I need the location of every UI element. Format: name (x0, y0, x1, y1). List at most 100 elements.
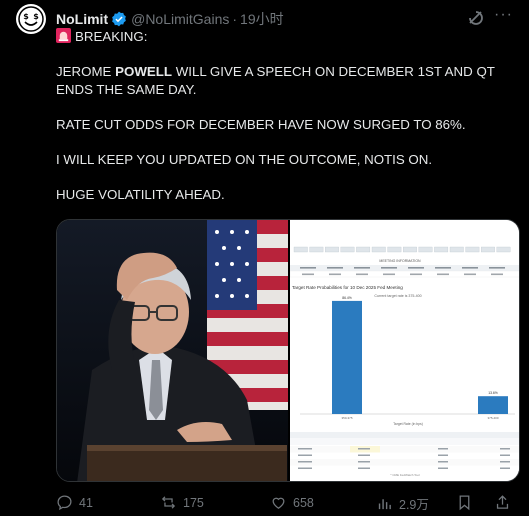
media-grid[interactable]: MEETING INFORMATION Target Rate Probabil… (56, 219, 520, 482)
bookmark-icon (459, 495, 470, 511)
breaking-line: BREAKING: (56, 28, 516, 46)
share-button[interactable] (494, 494, 517, 511)
table-row (290, 465, 519, 472)
chart-subtitle: Current target rate is 375-400 (374, 294, 421, 298)
table-cell (358, 467, 370, 469)
table-cell (500, 461, 510, 463)
meeting-info-title: MEETING INFORMATION (379, 259, 421, 263)
x-axis-label: Target Rate (in bps) (393, 422, 423, 426)
table-row (290, 446, 519, 453)
powell-line-a: JEROME (56, 64, 116, 80)
views-button[interactable]: 2.9万 (376, 494, 429, 513)
date-tab (387, 246, 402, 253)
views-icon (378, 499, 391, 510)
date-tab (356, 246, 371, 253)
info-value-cell (329, 273, 341, 276)
siren-icon (56, 28, 71, 43)
info-value-cell (302, 273, 314, 276)
table-cell (438, 448, 448, 450)
table-cell (438, 454, 448, 456)
repost-button[interactable]: 175 (160, 494, 204, 511)
table-cell (500, 454, 510, 456)
svg-text:$: $ (23, 12, 29, 21)
table-cell (438, 467, 448, 469)
like-button[interactable]: 658 (270, 494, 314, 511)
avatar[interactable]: $ $ (16, 4, 46, 34)
display-name[interactable]: NoLimit (56, 11, 108, 27)
info-header-cell (408, 267, 424, 269)
date-tab (309, 246, 324, 253)
dollar-eyes-face-icon: $ $ (18, 6, 44, 32)
repost-count: 175 (183, 495, 204, 510)
info-header-cell (381, 267, 397, 269)
rate-cut-line: RATE CUT ODDS FOR DECEMBER HAVE NOW SURG… (56, 116, 466, 132)
table-cell (500, 448, 510, 450)
table-cell (358, 454, 370, 456)
table-cell (358, 461, 370, 463)
info-header-cell (354, 267, 370, 269)
powell-line-bold: POWELL (115, 64, 172, 80)
powell-illustration (57, 220, 288, 481)
more-options-icon[interactable]: ··· (494, 7, 514, 28)
post-text: BREAKING: JEROME POWELL WILL GIVE A SPEE… (56, 28, 516, 222)
fedwatch-chart: MEETING INFORMATION Target Rate Probabil… (289, 220, 519, 481)
table-cell (298, 467, 312, 469)
info-header-cell (489, 267, 505, 269)
share-icon (496, 495, 509, 509)
like-count: 658 (293, 495, 314, 510)
powell-photo[interactable] (57, 220, 288, 481)
info-value-cell (356, 273, 368, 276)
date-tab (325, 246, 339, 253)
date-tab (340, 246, 355, 253)
table-cell (298, 454, 312, 456)
action-bar: 41 175 658 2.9万 (56, 494, 520, 512)
bar-tick-label: 375-400 (487, 416, 498, 420)
info-value-cell (437, 273, 449, 276)
info-header-cell (462, 267, 478, 269)
table-cell (438, 461, 448, 463)
date-tab (293, 246, 308, 253)
date-tab (434, 246, 449, 253)
reply-icon (57, 495, 72, 511)
fedwatch-screenshot[interactable]: MEETING INFORMATION Target Rate Probabil… (288, 220, 519, 481)
date-tab (496, 246, 511, 253)
probability-bar (332, 300, 362, 414)
footer-note: * CME FedWatch Tool (390, 473, 420, 477)
info-header-cell (300, 267, 316, 269)
reply-button[interactable]: 41 (56, 494, 93, 511)
timestamp[interactable]: 19小时 (240, 9, 284, 29)
breaking-text: BREAKING: (75, 29, 148, 44)
table-cell (298, 461, 312, 463)
info-value-cell (491, 273, 503, 276)
updates-line: I WILL KEEP YOU UPDATED ON THE OUTCOME, … (56, 152, 433, 168)
heart-icon (272, 497, 285, 509)
reply-count: 41 (79, 495, 93, 510)
date-tab (465, 246, 480, 253)
info-value-cell (410, 273, 422, 276)
info-header-cell (435, 267, 451, 269)
date-tab (371, 246, 386, 253)
bar-value-label: 13.6% (488, 391, 498, 395)
bar-tick-label: 350-375 (341, 416, 352, 420)
date-tab (418, 246, 433, 253)
handle[interactable]: @NoLimitGains (131, 11, 229, 27)
separator-dot: · (232, 11, 238, 27)
volatility-line: HUGE VOLATILITY AHEAD. (56, 187, 225, 203)
bookmark-button[interactable] (456, 494, 479, 511)
date-tab (481, 246, 495, 253)
repost-icon (161, 496, 176, 509)
table-cell (500, 467, 510, 469)
table-cell (358, 448, 370, 450)
date-tab (449, 246, 464, 253)
date-tab (403, 246, 417, 253)
table-row (290, 452, 519, 459)
verified-badge-icon (112, 11, 126, 27)
svg-text:$: $ (33, 12, 39, 21)
views-count: 2.9万 (399, 498, 429, 512)
bar-value-label: 86.4% (342, 296, 352, 300)
info-header-cell (327, 267, 343, 269)
grok-icon[interactable] (466, 8, 486, 28)
probability-bar (478, 396, 508, 414)
info-value-cell (383, 273, 395, 276)
info-value-cell (464, 273, 476, 276)
